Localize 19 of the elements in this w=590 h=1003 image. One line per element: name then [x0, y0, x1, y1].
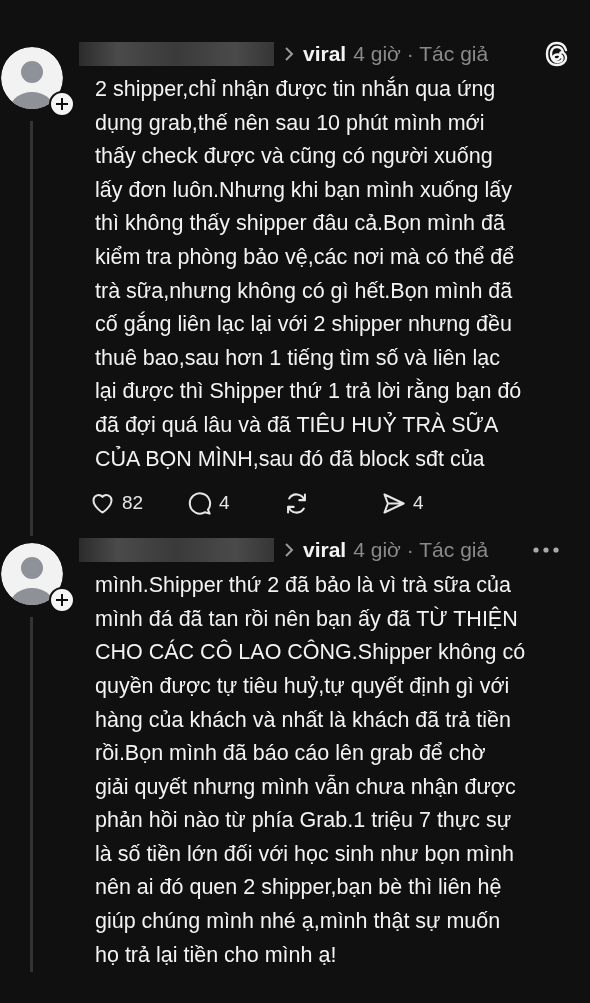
author-label: · Tác giả [406, 538, 489, 563]
author-label: · Tác giả [406, 42, 489, 66]
follow-plus-icon[interactable] [48, 587, 75, 614]
chevron-icon[interactable] [284, 46, 294, 62]
more-icon[interactable] [532, 546, 560, 555]
post-time: 4 giờ [353, 42, 401, 66]
action-count: 4 [413, 492, 424, 515]
avatar-icon[interactable] [0, 543, 63, 606]
follow-plus-icon[interactable] [48, 91, 75, 117]
post-text: 2 shipper,chỉ nhận được tin nhắn qua ứng dụng grab,thế nên sau 10 phút mình mới thấy check được và cũng có người xuống lấy đơn luôn.Nhưng khi bạn mình xuống lấy thì không thấy shipper đâu cả.Bọn mình đã kiểm tra phòng bảo vệ,các nơi mà có thể để trà sữa,nhưng không có gì hết.Bọn mình đã cố gắng liên lạc lại với 2 shipper nhưng đều thuê bao,sau hơn 1 tiếng tìm số và liên lạc lại được thì Shipper thứ 1 trả lời rằng bạn đó đã đợi quá lâu và đã TIÊU HUỶ TRÀ SỮA CỦA BỌN MÌNH,sau đó đã block sđt của [95, 75, 523, 473]
username[interactable]: viral [303, 538, 347, 563]
action-count: 82 [122, 492, 144, 515]
avatar-icon[interactable] [0, 47, 63, 109]
username[interactable]: viral [303, 42, 347, 66]
chevron-icon[interactable] [284, 542, 294, 559]
reply-icon[interactable] [186, 489, 213, 517]
post-text: mình.Shipper thứ 2 đã bảo là vì trà sữa của mình đá đã tan rồi nên bạn ấy đã TỪ THIỆN CHO CÁC CÔ LAO CÔNG.Shipper không có quyền được tự tiêu huỷ,tự quyết định gì với hàng của khách và nhất là khách đã trả tiền rồi.Bọn mình đã báo cáo lên grab để chờ giải quyết nhưng mình vẫn chưa nhận được phản hồi nào từ phía Grab.1 triệu 7 thực sự là số tiền lớn đối với học sinh như bọn mình nên ai đó quen 2 shipper,bạn bè thì liên hệ giúp chúng mình nhé ạ,mình thật sự muốn họ trả lại tiền cho mình ạ! [95, 572, 527, 969]
action-count: 4 [219, 492, 230, 515]
post-time: 4 giờ [353, 538, 401, 563]
